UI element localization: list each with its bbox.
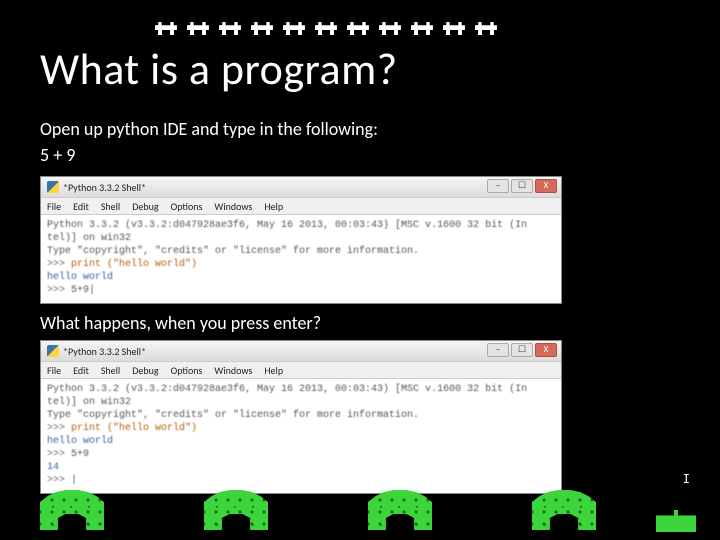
expression-text: 5 + 9 (40, 144, 680, 166)
space-invader-icon (187, 18, 209, 34)
print-call: print ("hello world") (71, 259, 197, 270)
maximize-button[interactable]: ☐ (511, 343, 533, 357)
close-button[interactable]: X (535, 179, 557, 193)
prompt: >>> (47, 475, 65, 486)
output-line: hello world (47, 272, 113, 283)
maximize-button[interactable]: ☐ (511, 179, 533, 193)
menu-file[interactable]: File (47, 364, 61, 377)
minimize-button[interactable]: – (487, 343, 509, 357)
menu-options[interactable]: Options (171, 364, 203, 377)
space-invader-icon (315, 18, 337, 34)
menu-options[interactable]: Options (171, 200, 203, 213)
banner-line: tel)] on win32 (47, 233, 131, 244)
prompt: >>> (47, 259, 65, 270)
slide-body: Open up python IDE and type in the follo… (40, 118, 680, 502)
menu-debug[interactable]: Debug (132, 200, 158, 213)
bunker-row (40, 490, 596, 530)
idle-console-after[interactable]: Python 3.3.2 (v3.3.2:d047928ae3f6, May 1… (41, 379, 561, 493)
bunker-icon (532, 490, 596, 530)
space-invader-icon (443, 18, 465, 34)
slide-title: What is a program? (40, 42, 398, 96)
bunker-icon (204, 490, 268, 530)
menu-help[interactable]: Help (264, 200, 283, 213)
prompt: >>> (47, 449, 65, 460)
menu-edit[interactable]: Edit (73, 364, 89, 377)
banner-line: Type "copyright", "credits" or "license"… (47, 246, 419, 257)
idle-window-after: *Python 3.3.2 Shell* – ☐ X File Edit She… (40, 340, 562, 494)
idle-menubar: File Edit Shell Debug Options Windows He… (41, 361, 561, 379)
prompt: >>> (47, 423, 65, 434)
menu-debug[interactable]: Debug (132, 364, 158, 377)
idle-titlebar: *Python 3.3.2 Shell* – ☐ X (41, 341, 561, 361)
score-indicator: I (683, 472, 690, 486)
space-invader-icon (347, 18, 369, 34)
menu-help[interactable]: Help (264, 364, 283, 377)
window-buttons: – ☐ X (487, 343, 557, 357)
idle-window-title: *Python 3.3.2 Shell* (63, 181, 146, 194)
cursor: | (71, 475, 77, 486)
question-text: What happens, when you press enter? (40, 312, 680, 334)
instruction-text: Open up python IDE and type in the follo… (40, 118, 680, 140)
python-icon (47, 345, 59, 357)
banner-line: tel)] on win32 (47, 397, 131, 408)
space-invader-icon (251, 18, 273, 34)
python-icon (47, 181, 59, 193)
output-line: hello world (47, 436, 113, 447)
prompt: >>> (47, 285, 65, 296)
cursor: | (89, 285, 95, 296)
idle-menubar: File Edit Shell Debug Options Windows He… (41, 197, 561, 215)
menu-shell[interactable]: Shell (101, 200, 120, 213)
print-call: print ("hello world") (71, 423, 197, 434)
space-invader-icon (155, 18, 177, 34)
space-invader-icon (475, 18, 497, 34)
invader-row (155, 18, 497, 34)
menu-edit[interactable]: Edit (73, 200, 89, 213)
space-invader-icon (379, 18, 401, 34)
bunker-icon (40, 490, 104, 530)
slide: What is a program? Open up python IDE an… (0, 0, 720, 540)
bunker-icon (368, 490, 432, 530)
space-invader-icon (283, 18, 305, 34)
banner-line: Python 3.3.2 (v3.3.2:d047928ae3f6, May 1… (47, 384, 527, 395)
idle-titlebar: *Python 3.3.2 Shell* – ☐ X (41, 177, 561, 197)
space-invader-icon (411, 18, 433, 34)
window-buttons: – ☐ X (487, 179, 557, 193)
result-line: 14 (47, 462, 59, 473)
banner-line: Python 3.3.2 (v3.3.2:d047928ae3f6, May 1… (47, 220, 527, 231)
typed-expr: 5+9 (71, 449, 89, 460)
idle-window-before: *Python 3.3.2 Shell* – ☐ X File Edit She… (40, 176, 562, 304)
minimize-button[interactable]: – (487, 179, 509, 193)
typed-expr: 5+9 (71, 285, 89, 296)
idle-window-title: *Python 3.3.2 Shell* (63, 345, 146, 358)
cannon-icon (656, 510, 696, 532)
menu-file[interactable]: File (47, 200, 61, 213)
menu-windows[interactable]: Windows (214, 364, 252, 377)
menu-shell[interactable]: Shell (101, 364, 120, 377)
idle-console-before[interactable]: Python 3.3.2 (v3.3.2:d047928ae3f6, May 1… (41, 215, 561, 303)
banner-line: Type "copyright", "credits" or "license"… (47, 410, 419, 421)
space-invader-icon (219, 18, 241, 34)
menu-windows[interactable]: Windows (214, 200, 252, 213)
close-button[interactable]: X (535, 343, 557, 357)
